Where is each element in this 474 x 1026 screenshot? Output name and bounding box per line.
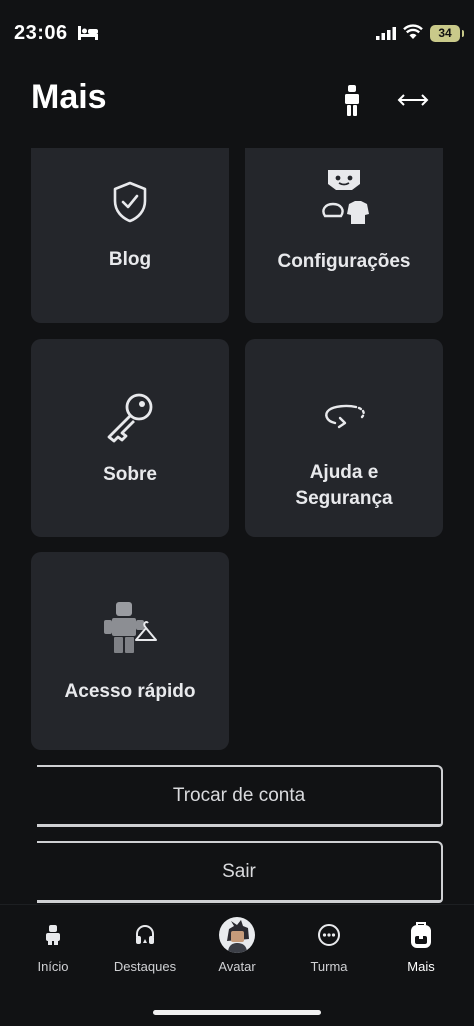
horizontal-arrows-icon[interactable] bbox=[396, 92, 430, 113]
logout-button[interactable]: Sair bbox=[37, 841, 443, 903]
tile-configuracoes[interactable]: Configurações bbox=[245, 148, 443, 323]
avatar-figure-icon[interactable] bbox=[341, 85, 363, 122]
tab-turma[interactable]: Turma bbox=[282, 905, 376, 974]
battery-indicator: 34 bbox=[430, 25, 464, 42]
user-avatar-icon bbox=[219, 915, 255, 955]
page-title: Mais bbox=[31, 78, 107, 116]
tab-avatar[interactable]: Avatar bbox=[190, 905, 284, 974]
tile-label: Acesso rápido bbox=[64, 681, 196, 702]
switch-account-button[interactable]: Trocar de conta bbox=[37, 765, 443, 827]
cellular-signal-icon bbox=[376, 27, 396, 45]
tab-inicio[interactable]: Início bbox=[6, 905, 100, 974]
tile-label: Configurações bbox=[277, 251, 411, 272]
tile-label: Sobre bbox=[103, 464, 157, 485]
avatar-customization-icon bbox=[319, 168, 369, 229]
tab-label: Avatar bbox=[218, 959, 256, 974]
tile-acesso-rapido[interactable]: Acesso rápido bbox=[31, 552, 229, 750]
home-indicator bbox=[153, 1010, 321, 1015]
tile-sobre[interactable]: Sobre bbox=[31, 339, 229, 537]
bottom-tab-bar: Início Destaques Avatar Turma Mais bbox=[0, 904, 474, 1026]
tile-blog[interactable]: Blog bbox=[31, 148, 229, 323]
tab-destaques[interactable]: Destaques bbox=[98, 905, 192, 974]
status-time: 23:06 bbox=[14, 22, 68, 44]
button-label: Trocar de conta bbox=[172, 784, 306, 806]
tab-label: Destaques bbox=[113, 959, 177, 974]
tile-label: Ajuda e Segurança bbox=[295, 462, 393, 509]
status-bar: 23:06 34 bbox=[0, 0, 474, 64]
tile-ajuda-seguranca[interactable]: Ajuda e Segurança bbox=[245, 339, 443, 537]
key-icon bbox=[104, 391, 156, 448]
tile-label: Blog bbox=[108, 249, 152, 270]
rotate-arrow-icon bbox=[321, 401, 367, 434]
chat-bubble-dots-icon bbox=[317, 915, 341, 955]
tab-label: Mais bbox=[407, 959, 435, 974]
backpack-icon bbox=[409, 915, 433, 955]
sleep-bed-icon bbox=[78, 26, 98, 45]
shield-check-icon bbox=[110, 180, 150, 229]
avatar bbox=[219, 917, 255, 953]
tab-label: Início bbox=[37, 959, 69, 974]
tab-mais[interactable]: Mais bbox=[374, 905, 468, 974]
avatar-hanger-icon bbox=[102, 602, 158, 659]
tab-label: Turma bbox=[310, 959, 348, 974]
wifi-icon bbox=[403, 24, 423, 45]
headphones-icon bbox=[134, 915, 156, 955]
button-label: Sair bbox=[222, 860, 256, 882]
home-avatar-icon bbox=[45, 915, 61, 955]
